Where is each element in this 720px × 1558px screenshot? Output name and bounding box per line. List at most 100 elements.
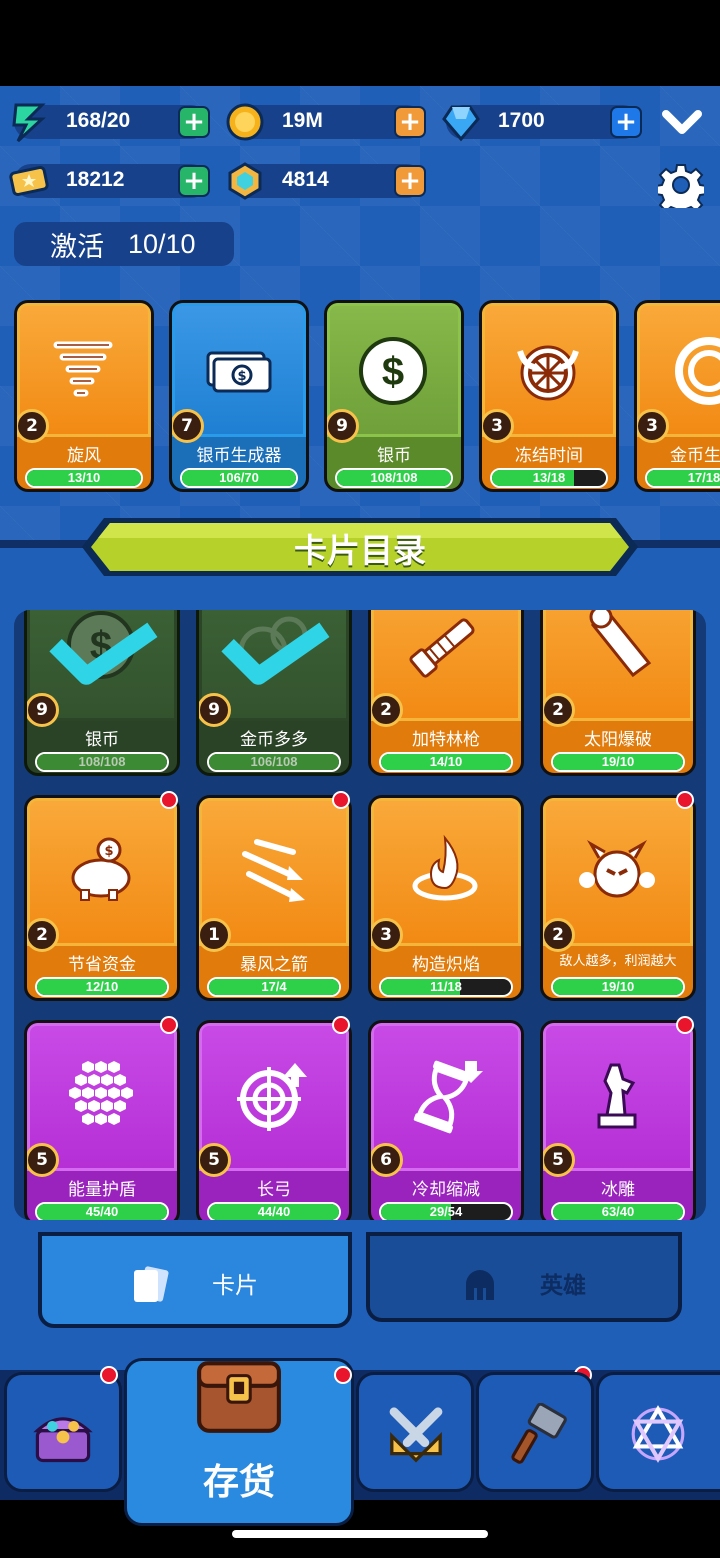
nav-shop[interactable]	[4, 1372, 122, 1492]
card-progress-text: 17/18	[687, 470, 720, 485]
card-progress-text: 44/40	[257, 1204, 291, 1219]
add-energy-button[interactable]: +	[178, 106, 210, 138]
card-progress-text: 63/40	[601, 1204, 635, 1219]
card-catalog-grid: $ 9 银币 108/108 9 金币多多 106/108 2 加特林枪 14/…	[14, 610, 706, 1220]
card-dollar-coin[interactable]: $ 9 银币 108/108	[324, 300, 464, 492]
gold-coin-icon	[226, 103, 264, 141]
card-name: 银币	[377, 446, 411, 466]
card-level-badge: 5	[543, 1143, 575, 1177]
hexagram-icon	[631, 1405, 685, 1463]
card-level-badge: 3	[371, 918, 403, 952]
chevron-down-icon[interactable]	[660, 104, 704, 140]
card-progress-text: 106/108	[250, 754, 298, 769]
energy-counter: 168/20 +	[12, 103, 210, 143]
card-cash-stack[interactable]: $ 7 银币生成器 106/70	[169, 300, 309, 492]
card-hex-shield[interactable]: 5 能量护盾 45/40	[24, 1020, 180, 1220]
lightning-icon	[12, 103, 46, 143]
new-card-dot	[332, 791, 350, 809]
card-level-badge: 9	[327, 409, 359, 443]
card-progress-bar: 14/10	[379, 752, 513, 772]
crystal-coin-icon	[228, 162, 262, 200]
card-progress-bar: 17/4	[207, 977, 341, 997]
card-piggy-bank[interactable]: $ 2 节省资金 12/10	[24, 795, 180, 1001]
add-crystals-button[interactable]: +	[394, 165, 426, 197]
nav-battle[interactable]	[356, 1372, 474, 1492]
card-frost-shield[interactable]: 3 冻结时间 13/18	[479, 300, 619, 492]
card-progress-bar: 108/108	[35, 752, 169, 772]
gatling-gun-icon	[409, 618, 475, 678]
active-cards-counter: 激活 10/10	[14, 222, 234, 266]
cash-stack-icon: $	[206, 351, 272, 393]
crosshair-icon	[237, 1063, 307, 1131]
gems-counter: 1700 +	[442, 105, 642, 142]
card-progress-text: 12/10	[85, 979, 119, 994]
card-name: 旋风	[67, 446, 101, 466]
nav-forge[interactable]	[476, 1372, 594, 1492]
card-level-badge: 2	[371, 693, 403, 727]
card-crosshair[interactable]: 5 长弓 44/40	[196, 1020, 352, 1220]
card-progress-bar: 12/10	[35, 977, 169, 997]
card-gold-ring[interactable]: 3 金币生成 17/18	[634, 300, 720, 492]
card-progress-bar: 19/10	[551, 977, 685, 997]
tab-cards-label: 卡片	[212, 1273, 258, 1299]
card-sun-blast[interactable]: 2 太阳爆破 19/10	[540, 610, 696, 776]
tab-heroes[interactable]: 英雄	[366, 1232, 682, 1322]
card-progress-bar: 29/54	[379, 1202, 513, 1220]
card-progress-text: 106/70	[219, 470, 259, 485]
card-tornado[interactable]: 2 旋风 13/10	[14, 300, 154, 492]
card-ice-statue[interactable]: 5 冰雕 63/40	[540, 1020, 696, 1220]
gems-value: 1700	[498, 109, 545, 132]
card-progress-bar: 13/10	[25, 468, 143, 488]
coins-value: 19M	[282, 109, 323, 132]
card-name: 金币生成	[670, 446, 720, 466]
active-label: 激活	[50, 231, 104, 263]
add-gems-button[interactable]: +	[610, 106, 642, 138]
card-level-badge: 7	[172, 409, 204, 443]
card-flame[interactable]: 3 构造炽焰 11/18	[368, 795, 524, 1001]
card-progress-text: 13/10	[67, 470, 101, 485]
card-name: 冷却缩减	[412, 1180, 480, 1200]
status-bar	[0, 0, 720, 86]
card-coins[interactable]: 9 金币多多 106/108	[196, 610, 352, 776]
dollar-coin-icon: $	[359, 337, 427, 405]
nav-magic[interactable]	[596, 1372, 720, 1492]
card-progress-text: 11/18	[430, 979, 462, 994]
card-level-badge: 2	[27, 918, 59, 952]
nav-inventory[interactable]: 存货	[124, 1358, 354, 1526]
crystals-value: 4814	[282, 168, 329, 191]
card-name: 银币	[85, 730, 119, 750]
cards-icon	[134, 1266, 169, 1302]
card-devil[interactable]: 2 敌人越多，利润越大 19/10	[540, 795, 696, 1001]
card-progress-text: 19/10	[601, 754, 635, 769]
ticket-icon	[9, 165, 49, 197]
add-coins-button[interactable]: +	[394, 106, 426, 138]
card-name: 冻结时间	[515, 446, 583, 466]
tab-cards[interactable]: 卡片	[38, 1232, 352, 1328]
card-name: 节省资金	[68, 955, 136, 975]
tab-heroes-label: 英雄	[540, 1273, 586, 1299]
card-gatling-gun[interactable]: 2 加特林枪 14/10	[368, 610, 524, 776]
frost-shield-icon	[517, 345, 579, 401]
nav-inventory-label: 存货	[202, 1462, 275, 1503]
card-level-badge: 6	[371, 1143, 403, 1177]
crossed-swords-icon	[389, 1407, 443, 1463]
shop-notification-dot	[100, 1366, 118, 1384]
tornado-icon	[53, 341, 113, 397]
sun-blast-icon	[589, 610, 652, 678]
card-progress-bar: 11/18	[379, 977, 513, 997]
card-level-badge: 9	[199, 693, 231, 727]
hex-shield-icon	[69, 1061, 133, 1125]
inventory-notification-dot	[334, 1366, 352, 1384]
card-dollar-coin[interactable]: $ 9 银币 108/108	[24, 610, 180, 776]
add-tickets-button[interactable]: +	[178, 165, 210, 197]
ice-statue-icon	[597, 1063, 637, 1129]
card-arrows[interactable]: 1 暴风之箭 17/4	[196, 795, 352, 1001]
blue-gem-icon	[442, 105, 480, 142]
gear-icon[interactable]	[658, 162, 704, 208]
card-progress-text: 14/10	[429, 754, 463, 769]
hammer-icon	[511, 1403, 567, 1464]
card-hourglass[interactable]: 6 冷却缩减 29/54	[368, 1020, 524, 1220]
card-level-badge: 1	[199, 918, 231, 952]
card-progress-bar: 45/40	[35, 1202, 169, 1220]
card-name: 冰雕	[601, 1180, 635, 1200]
